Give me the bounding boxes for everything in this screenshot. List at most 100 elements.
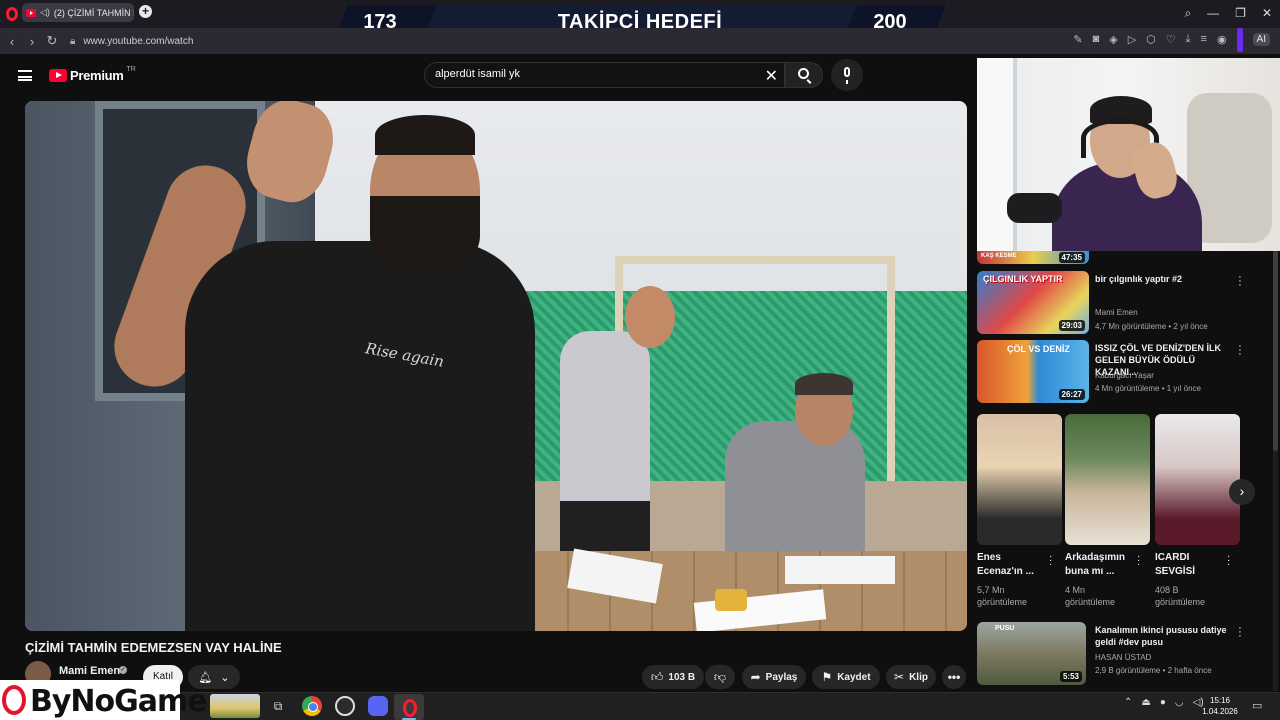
- short-title-line: buna mı ...: [1065, 566, 1115, 577]
- video-player[interactable]: Rise again: [25, 101, 967, 631]
- more-icon[interactable]: · · ·: [1227, 552, 1230, 570]
- webcam-overlay: [977, 58, 1280, 251]
- more-actions-button[interactable]: •••: [942, 665, 966, 689]
- video-host-body: [185, 241, 535, 631]
- video-title[interactable]: Kanalımın ikinci pususu datiye geldi #de…: [1095, 624, 1235, 648]
- channel-name[interactable]: Mami Emen: [59, 665, 120, 677]
- search-input[interactable]: [435, 68, 755, 80]
- scrollbar[interactable]: [1273, 251, 1278, 691]
- voice-search-button[interactable]: [831, 59, 863, 91]
- more-icon[interactable]: · · ·: [1235, 272, 1245, 291]
- usb-icon[interactable]: ⏏: [1141, 697, 1150, 708]
- dislike-button[interactable]: 👎︎: [705, 665, 735, 689]
- url-field[interactable]: www.youtube.com/watch: [83, 36, 193, 47]
- duration-badge: 29:03: [1058, 320, 1085, 331]
- search-button[interactable]: [785, 62, 823, 88]
- heart-icon[interactable]: ♡: [1166, 33, 1176, 46]
- browser-tab[interactable]: ◁) (2) ÇİZİMİ TAHMİN ED: [22, 3, 134, 22]
- short-title-line: Ecenaz'ın ...: [977, 566, 1034, 577]
- profile-icon[interactable]: ◉: [1217, 33, 1227, 46]
- close-window-button[interactable]: ✕: [1262, 6, 1272, 21]
- short-thumbnail[interactable]: [1065, 414, 1150, 545]
- save-button[interactable]: ⚑ Kaydet: [812, 665, 880, 689]
- video-paper: [785, 556, 895, 584]
- reload-icon[interactable]: ↻: [42, 33, 62, 49]
- discord-icon[interactable]: [368, 696, 388, 716]
- duration-badge: 47:35: [1058, 252, 1085, 263]
- video-title[interactable]: bir çılgınlık yaptır #2: [1095, 273, 1235, 285]
- scrollbar-thumb[interactable]: [1273, 251, 1278, 451]
- thumbnail-text: ÇÖL VS DENİZ: [1007, 344, 1070, 354]
- chevron-up-icon[interactable]: ⌃: [1124, 697, 1132, 708]
- list-item[interactable]: ÇÖL VS DENİZ 26:27 ISSIZ ÇÖL VE DENİZ'DE…: [977, 340, 1277, 404]
- clip-icon: ✂: [894, 670, 905, 684]
- more-icon[interactable]: · · ·: [1235, 341, 1245, 360]
- short-views: 408 B görüntüleme: [1155, 584, 1205, 608]
- cube-icon[interactable]: ⬡: [1146, 33, 1156, 46]
- mic-icon[interactable]: ●: [1160, 697, 1166, 708]
- channel-name[interactable]: Kaburgacı Yaşar: [1095, 371, 1154, 380]
- maximize-button[interactable]: ❐: [1235, 6, 1246, 21]
- back-icon[interactable]: ‹: [2, 34, 22, 49]
- video-thumbnail[interactable]: KAŞ KESME 47:35: [977, 251, 1089, 264]
- list-icon[interactable]: ≡: [1201, 33, 1207, 46]
- clip-button[interactable]: ✂ Klip: [886, 665, 936, 689]
- camera-icon[interactable]: ◙: [1093, 33, 1100, 46]
- short-thumbnail[interactable]: [977, 414, 1062, 545]
- opera-logo-icon[interactable]: [6, 7, 18, 21]
- minimize-button[interactable]: —: [1207, 6, 1219, 21]
- task-view-icon[interactable]: ⧉: [268, 696, 288, 716]
- speaker-icon[interactable]: ◁): [40, 7, 50, 18]
- forward-icon[interactable]: ›: [22, 34, 42, 49]
- menu-icon[interactable]: [18, 70, 32, 81]
- more-icon[interactable]: · · ·: [1235, 623, 1245, 642]
- list-item[interactable]: KAŞ KESME 47:35: [977, 251, 1277, 264]
- chevron-right-icon[interactable]: ›: [1229, 479, 1255, 505]
- short-title[interactable]: Arkadaşımın buna mı ...: [1065, 551, 1137, 579]
- sidebar-accent: [1237, 28, 1243, 52]
- search-icon: [798, 68, 809, 79]
- system-clock[interactable]: 15:16 1.04.2026: [1200, 695, 1240, 717]
- webcam-window: [977, 58, 1017, 251]
- new-tab-button[interactable]: +: [139, 5, 152, 18]
- short-thumbnail[interactable]: [1155, 414, 1240, 545]
- video-host-beard: [370, 196, 480, 276]
- short-title-line: ICARDI: [1155, 552, 1190, 563]
- lock-icon[interactable]: 🔒︎: [70, 36, 75, 47]
- chrome-icon[interactable]: [302, 696, 322, 716]
- shield-icon[interactable]: ◈: [1109, 33, 1117, 46]
- ai-button[interactable]: AI: [1252, 33, 1270, 46]
- list-item[interactable]: PUSU 5:53 Kanalımın ikinci pususu datiye…: [977, 622, 1277, 686]
- download-icon[interactable]: ⤓: [1186, 33, 1191, 46]
- video-meta: 2,9 B görüntüleme • 2 hafta önce: [1095, 666, 1212, 675]
- taskbar-widget[interactable]: [210, 694, 260, 718]
- duration-badge: 26:27: [1058, 389, 1085, 400]
- list-item[interactable]: ÇILGINLIK YAPTIR 29:03 bir çılgınlık yap…: [977, 271, 1277, 335]
- video-thumbnail[interactable]: ÇÖL VS DENİZ 26:27: [977, 340, 1089, 403]
- channel-name[interactable]: Mami Emen: [1095, 308, 1138, 317]
- like-button[interactable]: 👍︎ 103 B: [642, 665, 704, 689]
- short-view-label: görüntüleme: [1065, 597, 1116, 607]
- play-icon[interactable]: ▷: [1128, 33, 1136, 46]
- youtube-logo[interactable]: Premium TR: [49, 66, 136, 83]
- short-view-label: görüntüleme: [977, 597, 1028, 607]
- channel-name[interactable]: HASAN ÜSTAD: [1095, 653, 1151, 662]
- opera-icon[interactable]: [394, 694, 424, 720]
- notification-icon[interactable]: ▭: [1252, 699, 1262, 712]
- short-view-label: görüntüleme: [1155, 597, 1206, 607]
- video-thumbnail[interactable]: PUSU 5:53: [977, 622, 1086, 685]
- wifi-icon[interactable]: ◡: [1175, 697, 1184, 708]
- short-title[interactable]: ICARDI SEVGİSİ: [1155, 551, 1227, 579]
- short-views: 5,7 Mn görüntüleme: [977, 584, 1027, 608]
- short-title[interactable]: Enes Ecenaz'ın ...: [977, 551, 1049, 579]
- close-icon[interactable]: ✕: [765, 66, 778, 86]
- save-icon: ⚑: [821, 670, 833, 684]
- video-thumbnail[interactable]: ÇILGINLIK YAPTIR 29:03: [977, 271, 1089, 334]
- more-icon[interactable]: · · ·: [1137, 552, 1140, 570]
- more-icon[interactable]: · · ·: [1049, 552, 1052, 570]
- search-tabs-icon[interactable]: ⌕: [1184, 6, 1191, 21]
- obs-icon[interactable]: [335, 696, 355, 716]
- video-meta: 4,7 Mn görüntüleme • 2 yıl önce: [1095, 322, 1208, 331]
- share-button[interactable]: ➦ Paylaş: [742, 665, 806, 689]
- edit-icon[interactable]: ✎: [1073, 33, 1082, 46]
